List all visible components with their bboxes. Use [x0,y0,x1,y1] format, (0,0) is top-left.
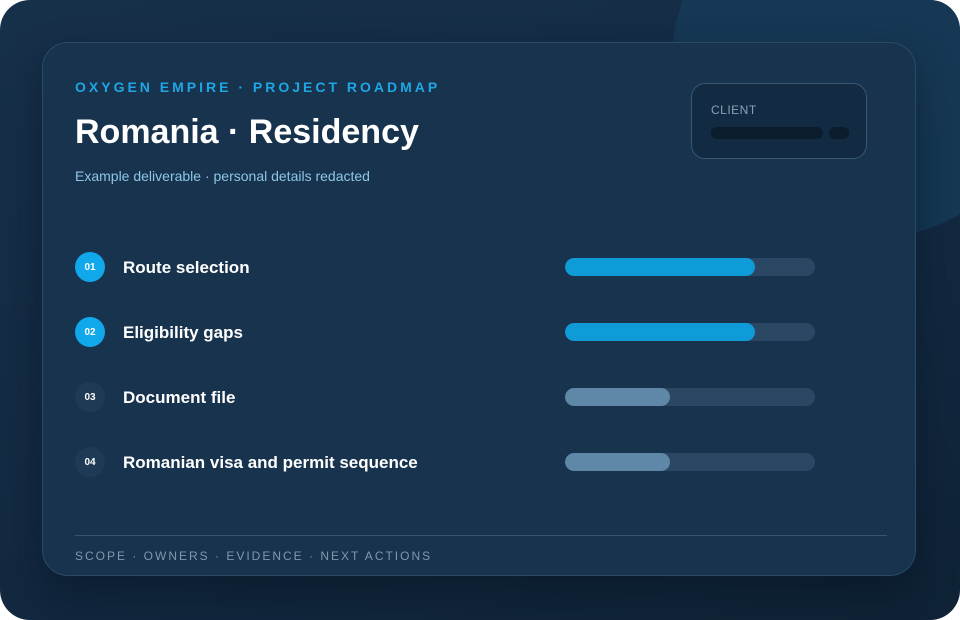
step-progress-fill [565,258,755,276]
step-progress-track [565,258,815,276]
step-label: Document file [123,388,236,407]
step-number-badge: 03 [75,382,105,412]
roadmap-step: 02 Eligibility gaps [75,317,815,382]
step-progress-track [565,388,815,406]
redacted-client-name [711,127,823,139]
window-frame: OXYGEN EMPIRE · PROJECT ROADMAP Romania … [0,0,960,620]
footer-divider [75,535,887,536]
step-progress-fill [565,453,670,471]
roadmap-step: 03 Document file [75,382,815,447]
step-number-badge: 01 [75,252,105,282]
eyebrow-label: OXYGEN EMPIRE · PROJECT ROADMAP [75,79,441,95]
step-progress-fill [565,388,670,406]
step-label: Romanian visa and permit sequence [123,453,418,472]
step-number-badge: 04 [75,447,105,477]
footer-tags: SCOPE · OWNERS · EVIDENCE · NEXT ACTIONS [75,549,433,563]
roadmap-card: OXYGEN EMPIRE · PROJECT ROADMAP Romania … [42,42,916,576]
step-label: Eligibility gaps [123,323,243,342]
step-label: Route selection [123,258,250,277]
client-panel: CLIENT [691,83,867,159]
page-subtitle: Example deliverable · personal details r… [75,168,370,184]
step-progress-track [565,453,815,471]
roadmap-steps: 01 Route selection 02 Eligibility gaps 0… [75,252,815,512]
roadmap-step: 04 Romanian visa and permit sequence [75,447,815,512]
step-progress-fill [565,323,755,341]
page-title: Romania · Residency [75,113,419,151]
step-progress-track [565,323,815,341]
step-number-badge: 02 [75,317,105,347]
client-label: CLIENT [711,103,757,117]
redacted-client-detail [829,127,849,139]
roadmap-step: 01 Route selection [75,252,815,317]
